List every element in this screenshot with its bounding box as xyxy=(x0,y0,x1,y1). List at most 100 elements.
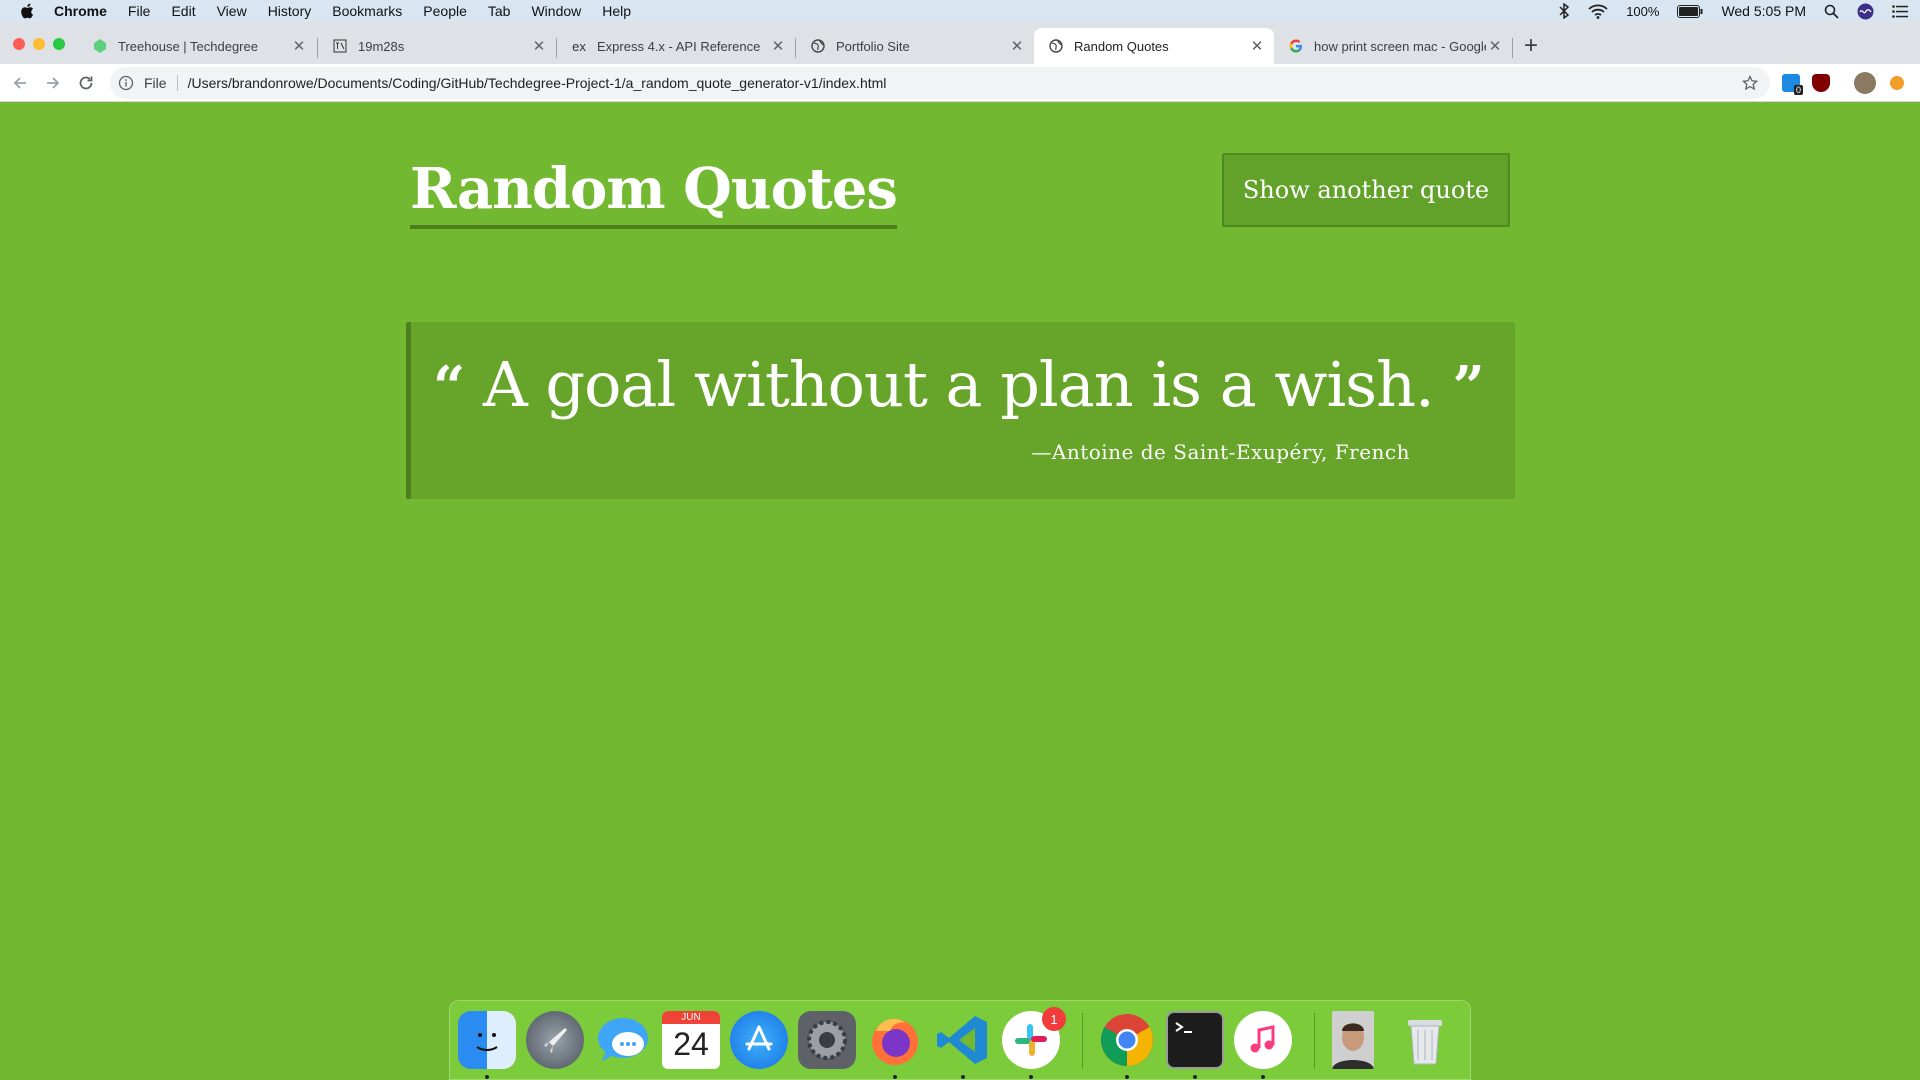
slack-notification-badge: 1 xyxy=(1042,1007,1066,1031)
running-indicator xyxy=(1261,1075,1265,1079)
clock[interactable]: Wed 5:05 PM xyxy=(1721,3,1806,19)
terminal-icon[interactable] xyxy=(1166,1011,1224,1069)
tab-title: Express 4.x - API Reference xyxy=(597,38,761,54)
bluetooth-icon[interactable] xyxy=(1558,3,1570,19)
menu-people[interactable]: People xyxy=(423,0,467,22)
page-title: Random Quotes xyxy=(410,158,898,229)
google-icon xyxy=(1288,38,1304,54)
close-tab-icon[interactable]: ✕ xyxy=(1486,37,1504,55)
url-scheme-label: File xyxy=(144,75,167,91)
extension-badge-count: 0 xyxy=(1793,85,1803,95)
tab-treehouse[interactable]: Treehouse | Techdegree ✕ xyxy=(78,28,316,64)
new-tab-button[interactable]: + xyxy=(1524,34,1538,58)
info-icon[interactable] xyxy=(118,75,134,91)
forward-arrow-icon[interactable] xyxy=(43,73,63,93)
system-preferences-icon[interactable] xyxy=(798,1011,856,1069)
web-page: Random Quotes Show another quote “ A goa… xyxy=(0,103,1920,1080)
close-tab-icon[interactable]: ✕ xyxy=(290,37,308,55)
dock-divider xyxy=(1314,1013,1315,1069)
quote-body: A goal without a plan is a wish. xyxy=(482,348,1435,421)
spotlight-search-icon[interactable] xyxy=(1824,4,1839,19)
trash-icon[interactable] xyxy=(1396,1011,1454,1069)
running-indicator xyxy=(1193,1075,1197,1079)
apple-icon[interactable] xyxy=(20,2,36,20)
quote-text: “ A goal without a plan is a wish. ” xyxy=(433,348,1485,421)
tab-title: how print screen mac - Google xyxy=(1314,38,1486,54)
itunes-icon[interactable] xyxy=(1234,1011,1292,1069)
siri-icon[interactable] xyxy=(1857,3,1874,20)
tab-express[interactable]: ex Express 4.x - API Reference ✕ xyxy=(557,28,795,64)
menu-file[interactable]: File xyxy=(128,0,151,22)
chrome-icon[interactable] xyxy=(1098,1011,1156,1069)
close-tab-icon[interactable]: ✕ xyxy=(1248,37,1266,55)
tab-strip: Treehouse | Techdegree ✕ 19m28s ✕ ex Exp… xyxy=(0,22,1920,64)
close-window-button[interactable] xyxy=(13,38,25,50)
tab-divider xyxy=(1512,38,1513,58)
dock: JUN 24 1 xyxy=(449,1000,1471,1080)
update-indicator-icon[interactable] xyxy=(1890,76,1904,90)
menu-app-name[interactable]: Chrome xyxy=(54,0,107,22)
status-area: 100% Wed 5:05 PM xyxy=(1558,0,1908,22)
bookmark-star-icon[interactable] xyxy=(1742,75,1758,91)
calendar-day: 24 xyxy=(673,1026,709,1062)
running-indicator xyxy=(893,1075,897,1079)
globe-icon xyxy=(810,38,826,54)
tab-title: Random Quotes xyxy=(1074,38,1169,54)
photo-icon[interactable] xyxy=(1332,1011,1374,1069)
menu-history[interactable]: History xyxy=(268,0,312,22)
firefox-icon[interactable] xyxy=(866,1011,924,1069)
calendar-month: JUN xyxy=(662,1011,720,1024)
calendar-icon[interactable]: JUN 24 xyxy=(662,1011,720,1069)
address-bar[interactable]: File /Users/brandonrowe/Documents/Coding… xyxy=(110,67,1770,99)
tab-timer[interactable]: 19m28s ✕ xyxy=(318,28,556,64)
back-arrow-icon[interactable] xyxy=(10,73,30,93)
reload-icon[interactable] xyxy=(76,73,96,93)
running-indicator xyxy=(1029,1075,1033,1079)
battery-percent: 100% xyxy=(1626,3,1660,19)
tab-title: Treehouse | Techdegree xyxy=(118,38,258,54)
quote-box: “ A goal without a plan is a wish. ” —An… xyxy=(406,322,1515,499)
omnibox-divider xyxy=(176,75,178,91)
menu-edit[interactable]: Edit xyxy=(171,0,195,22)
menu-bar: Chrome File Edit View History Bookmarks … xyxy=(0,0,1920,22)
timer-icon xyxy=(332,38,348,54)
close-tab-icon[interactable]: ✕ xyxy=(530,37,548,55)
finder-icon[interactable] xyxy=(458,1011,516,1069)
launchpad-icon[interactable] xyxy=(526,1011,584,1069)
dock-divider xyxy=(1082,1013,1083,1069)
extension-badge-icon[interactable]: 0 xyxy=(1782,74,1803,95)
menu-tab[interactable]: Tab xyxy=(488,0,511,22)
notification-center-icon[interactable] xyxy=(1892,4,1908,18)
menu-view[interactable]: View xyxy=(217,0,247,22)
app-store-icon[interactable] xyxy=(730,1011,788,1069)
battery-icon[interactable] xyxy=(1677,4,1703,18)
running-indicator xyxy=(485,1075,489,1079)
running-indicator xyxy=(961,1075,965,1079)
tab-google-search[interactable]: how print screen mac - Google ✕ xyxy=(1274,28,1512,64)
profile-avatar[interactable] xyxy=(1854,72,1876,94)
close-quote-mark: ” xyxy=(1452,354,1484,420)
url-text[interactable]: /Users/brandonrowe/Documents/Coding/GitH… xyxy=(188,75,887,91)
quote-source: —Antoine de Saint-Exupéry, French xyxy=(1031,440,1410,464)
tab-random-quotes[interactable]: Random Quotes ✕ xyxy=(1034,28,1274,64)
tab-title: 19m28s xyxy=(358,38,405,54)
open-quote-mark: “ xyxy=(433,354,465,420)
globe-icon xyxy=(1048,38,1064,54)
treehouse-icon xyxy=(92,38,108,54)
close-tab-icon[interactable]: ✕ xyxy=(769,37,787,55)
messages-icon[interactable] xyxy=(594,1011,652,1069)
vscode-icon[interactable] xyxy=(934,1011,992,1069)
close-tab-icon[interactable]: ✕ xyxy=(1008,37,1026,55)
ublock-icon[interactable] xyxy=(1812,74,1830,92)
browser-toolbar: File /Users/brandonrowe/Documents/Coding… xyxy=(0,64,1920,102)
running-indicator xyxy=(1125,1075,1129,1079)
menu-window[interactable]: Window xyxy=(531,0,581,22)
maximize-window-button[interactable] xyxy=(53,38,65,50)
show-another-quote-button[interactable]: Show another quote xyxy=(1222,153,1510,227)
minimize-window-button[interactable] xyxy=(33,38,45,50)
wifi-icon[interactable] xyxy=(1588,4,1608,19)
menu-help[interactable]: Help xyxy=(602,0,631,22)
tab-portfolio[interactable]: Portfolio Site ✕ xyxy=(796,28,1034,64)
menu-bookmarks[interactable]: Bookmarks xyxy=(332,0,402,22)
express-icon: ex xyxy=(572,38,586,54)
